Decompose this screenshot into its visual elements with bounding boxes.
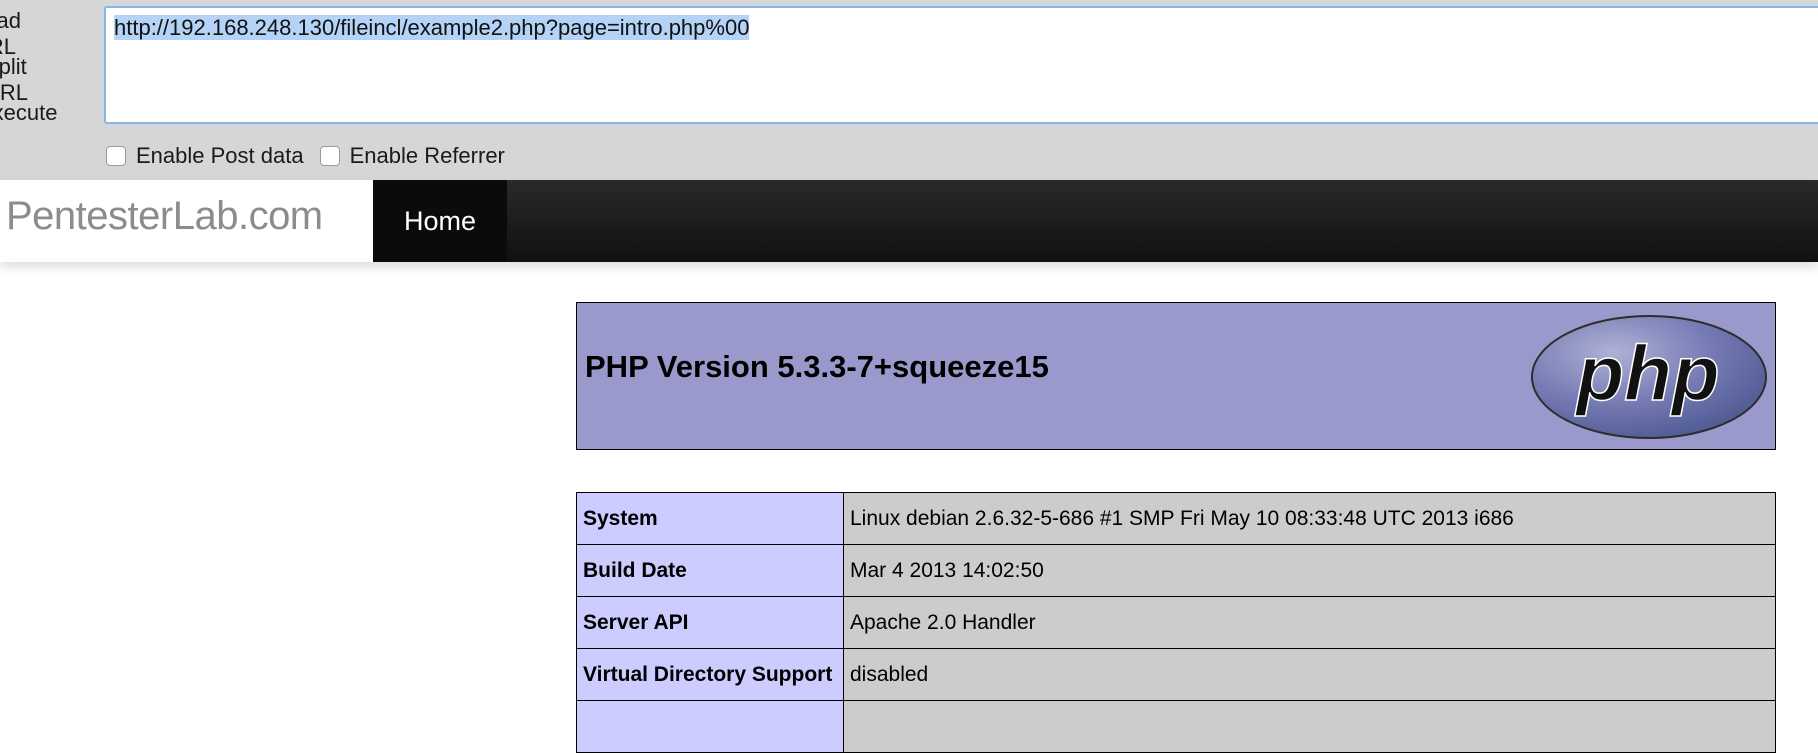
- row-key: Server API: [576, 596, 844, 649]
- url-text: http://192.168.248.130/fileincl/example2…: [114, 15, 750, 41]
- row-key: Build Date: [576, 544, 844, 597]
- url-selection: http://192.168.248.130/fileincl/example2…: [114, 15, 750, 40]
- row-key: System: [576, 492, 844, 545]
- url-textarea[interactable]: http://192.168.248.130/fileincl/example2…: [104, 6, 1818, 124]
- table-row: Build Date Mar 4 2013 14:02:50: [576, 544, 1776, 597]
- row-value: disabled: [843, 648, 1776, 701]
- row-key: Virtual Directory Support: [576, 648, 844, 701]
- row-value: [843, 700, 1776, 753]
- execute-button[interactable]: Execute: [0, 100, 58, 126]
- row-value: Linux debian 2.6.32-5-686 #1 SMP Fri May…: [843, 492, 1776, 545]
- row-value: Apache 2.0 Handler: [843, 596, 1776, 649]
- hackbar-toolbar: Load URL Split URL Execute http://192.16…: [0, 0, 1818, 180]
- enable-post-option[interactable]: Enable Post data: [106, 143, 304, 169]
- load-url-button[interactable]: Load URL: [0, 8, 60, 60]
- brand-text: PentesterLab.com: [6, 194, 323, 238]
- enable-referrer-checkbox[interactable]: [319, 146, 340, 166]
- table-row: [576, 700, 1776, 753]
- hackbar-options: Enable Post data Enable Referrer: [106, 143, 521, 169]
- hackbar-actions: Load URL Split URL Execute: [0, 0, 60, 140]
- enable-referrer-label: Enable Referrer: [349, 143, 505, 168]
- enable-post-label: Enable Post data: [136, 143, 304, 168]
- split-url-button[interactable]: Split URL: [0, 54, 60, 106]
- site-navbar: PentesterLab.com Home: [0, 180, 1818, 262]
- enable-referrer-option[interactable]: Enable Referrer: [319, 143, 505, 169]
- phpinfo-header: PHP Version 5.3.3-7+squeeze15 php: [576, 302, 1776, 450]
- table-row: Virtual Directory Support disabled: [576, 648, 1776, 701]
- php-logo-text: php: [1575, 329, 1720, 417]
- table-row: Server API Apache 2.0 Handler: [576, 596, 1776, 649]
- php-logo-icon[interactable]: php: [1530, 314, 1768, 440]
- enable-post-checkbox[interactable]: [106, 146, 126, 166]
- row-value: Mar 4 2013 14:02:50: [843, 544, 1776, 597]
- php-version-title: PHP Version 5.3.3-7+squeeze15: [585, 349, 1049, 384]
- table-row: System Linux debian 2.6.32-5-686 #1 SMP …: [576, 492, 1776, 545]
- nav-home-link[interactable]: Home: [373, 180, 507, 262]
- phpinfo-table: System Linux debian 2.6.32-5-686 #1 SMP …: [576, 492, 1776, 753]
- row-key: [576, 700, 844, 753]
- brand-logo[interactable]: PentesterLab.com: [0, 180, 373, 262]
